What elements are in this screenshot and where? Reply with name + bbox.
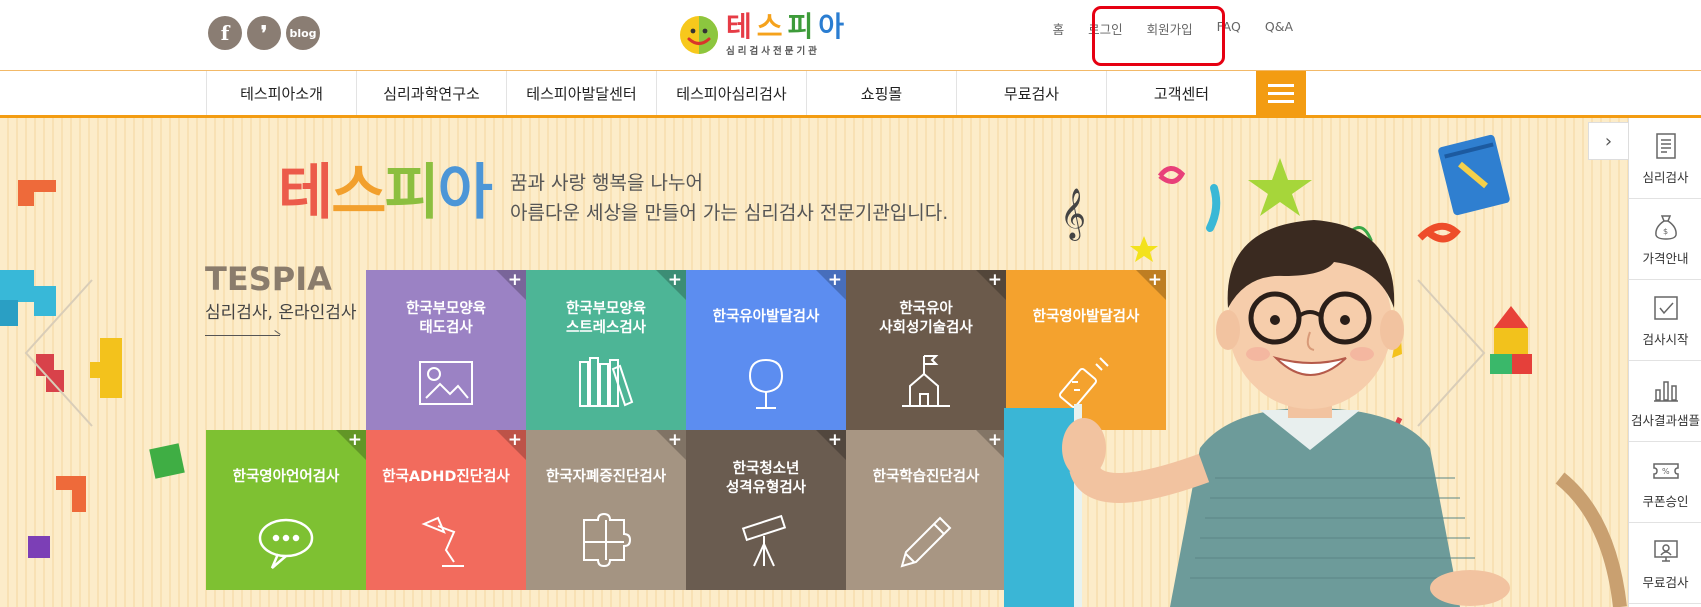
tile-parenting-attitude[interactable]: + 한국부모양육 태도검사 [366,270,526,430]
tile-autism[interactable]: + 한국자폐증진단검사 [526,430,686,590]
home-link[interactable]: 홈 [1053,19,1065,38]
blog-icon[interactable]: blog [286,16,320,50]
logo-subtitle: 심리검사전문기관 [726,46,820,57]
nav-item-research[interactable]: 심리과학연구소 [357,71,507,115]
quick-item-coupon[interactable]: % 쿠폰승인 [1629,442,1701,523]
quick-item-price[interactable]: $ 가격안내 [1629,199,1701,280]
social-links: f ❜ blog [208,16,320,50]
tile-title: 한국부모양육 태도검사 [405,301,487,336]
tile-title: 한국영아언어검사 [232,469,340,485]
smiley-logo-icon [680,15,718,54]
quick-menu-toggle-button[interactable]: › [1588,122,1628,160]
tile-adhd[interactable]: + 한국ADHD진단검사 [366,430,526,590]
facebook-icon[interactable]: f [208,16,242,50]
document-icon [1655,132,1676,159]
tile-title: 한국부모양육 스트레스검사 [565,301,647,336]
tile-title: 한국청소년 성격유형검사 [725,461,807,496]
site-logo[interactable]: 테스피아 심리검사전문기관 [678,12,849,57]
tile-youth-personality[interactable]: + 한국청소년 성격유형검사 [686,430,846,590]
tile-title: 한국유아 사회성기술검사 [879,301,973,336]
hero-slogan: 꿈과 사랑 행복을 나누어 아름다운 세상을 만들어 가는 심리검사 전문기관입… [510,172,949,224]
quick-item-psych-test[interactable]: 심리검사 [1629,118,1701,199]
nav-item-about[interactable]: 테스피아소개 [207,71,357,115]
tile-learning[interactable]: + 한국학습진단검사 [846,430,1006,590]
school-icon [902,355,950,407]
speech-bubble-icon [258,518,314,569]
nav-item-psych-test[interactable]: 테스피아심리검사 [657,71,807,115]
pencil-icon [900,516,952,568]
kakaostory-icon[interactable]: ❜ [247,16,281,50]
puzzle-icon [583,512,632,568]
logo-text: 테스피아 [726,10,850,43]
monitor-icon [1653,539,1678,562]
tile-title: 한국유아발달검사 [712,309,820,325]
nav-item-customer-center[interactable]: 고객센터 [1107,71,1257,115]
qna-link[interactable]: Q&A [1265,19,1293,38]
quick-item-result-sample[interactable]: 검사결과샘플 [1629,361,1701,442]
quick-menu: 심리검사 $ 가격안내 검사시작 검사결과샘플 % 쿠폰승인 무료검사 [1628,118,1701,607]
nav-item-shop[interactable]: 쇼핑몰 [807,71,957,115]
nav-item-free-test[interactable]: 무료검사 [957,71,1107,115]
hero-brand-title: 테스피아 [278,158,493,228]
boy-illustration [1004,134,1627,607]
lamp-icon [421,516,464,567]
money-bag-icon: $ [1654,214,1677,240]
books-icon [579,357,634,407]
tile-title: 한국학습진단검사 [872,469,980,485]
main-nav: 테스피아소개 심리과학연구소 테스피아발달센터 테스피아심리검사 쇼핑몰 무료검… [0,70,1701,118]
tile-title: 한국ADHD진단검사 [382,469,510,485]
coupon-icon: % [1652,462,1679,479]
slider-prev-arrow[interactable] [20,278,100,428]
tile-title: 한국자폐증진단검사 [545,469,667,485]
tree-icon [748,358,784,409]
picture-icon [419,361,473,405]
hero-banner: 𝄞 테스피아 꿈과 사랑 행복을 나누어 아름다운 세상을 만들어 가는 심리검… [0,118,1701,607]
checkbox-icon [1653,295,1678,320]
menu-hamburger-button[interactable] [1256,71,1306,115]
highlight-box [1092,6,1225,66]
tile-child-development[interactable]: + 한국유아발달검사 [686,270,846,430]
quick-item-free-test[interactable]: 무료검사 [1629,523,1701,604]
quick-item-start-test[interactable]: 검사시작 [1629,280,1701,361]
svg-text:$: $ [1663,227,1668,236]
site-header: f ❜ blog 테스피아 심리검사전문기관 홈 로그인 회원가입 FAQ Q&… [0,0,1701,70]
telescope-icon [741,514,787,567]
tile-parenting-stress[interactable]: + 한국부모양육 스트레스검사 [526,270,686,430]
tile-infant-language[interactable]: + 한국영아언어검사 [206,430,366,590]
bar-chart-icon [1653,380,1678,402]
tile-social-skills[interactable]: + 한국유아 사회성기술검사 [846,270,1006,430]
nav-item-development-center[interactable]: 테스피아발달센터 [507,71,657,115]
svg-text:%: % [1662,467,1670,476]
